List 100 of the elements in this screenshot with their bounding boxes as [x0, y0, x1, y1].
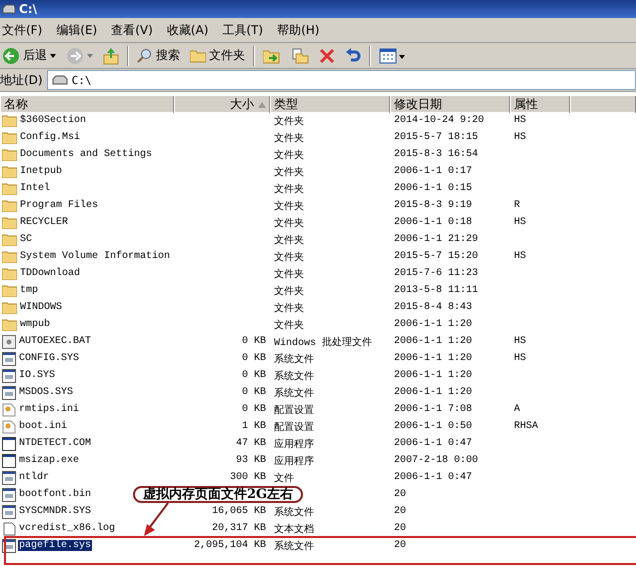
folder-icon	[2, 216, 17, 229]
file-name[interactable]: Program Files	[19, 200, 100, 211]
file-size: 1 KB	[240, 421, 267, 432]
file-size: 16,065 KB	[210, 506, 267, 517]
column-header[interactable]: 名称	[0, 96, 174, 113]
menu-item[interactable]: 编辑(E)	[56, 22, 98, 38]
file-name[interactable]: tmp	[19, 285, 40, 296]
file-type: 文件夹	[273, 304, 305, 314]
file-name[interactable]: Documents and Settings	[19, 149, 154, 160]
drive-icon	[52, 75, 68, 85]
file-type: 系统文件	[273, 372, 315, 382]
file-type: 文件夹	[273, 202, 305, 212]
file-name[interactable]: ntldr	[18, 472, 50, 483]
file-name[interactable]: AUTOEXEC.BAT	[18, 336, 92, 347]
attributes: HS	[513, 353, 528, 364]
folder-icon	[2, 301, 17, 314]
file-name[interactable]: Config.Msi	[19, 132, 82, 143]
modified-date: 2015-7-6 11:23	[393, 268, 480, 279]
file-type: 文件夹	[273, 252, 305, 264]
attributes: RHSA	[513, 421, 540, 432]
file-type: 配置设置	[273, 406, 315, 416]
modified-date: 2006-1-1 0:50	[393, 421, 474, 432]
modified-date: 2006-1-1 21:29	[393, 234, 480, 245]
file-name[interactable]: Inetpub	[19, 166, 64, 177]
file-name[interactable]: msizap.exe	[18, 455, 80, 466]
file-type: 文件夹	[273, 286, 305, 298]
file-name[interactable]: MSDOS.SYS	[18, 387, 74, 398]
file-size: 0 KB	[240, 387, 267, 398]
modified-date: 2006-1-1 1:20	[393, 319, 474, 330]
callout-note: 虚拟内存页面文件2G左右	[133, 486, 304, 503]
attributes: HS	[513, 115, 528, 126]
folders-button[interactable]: 文件夹	[188, 44, 247, 66]
folder-icon	[2, 233, 17, 246]
menu-item[interactable]: 帮助(H)	[277, 22, 320, 38]
attributes: HS	[513, 217, 528, 228]
column-header[interactable]: 属性	[510, 96, 570, 113]
views-icon	[379, 48, 405, 64]
file-size: 0 KB	[240, 404, 267, 415]
modified-date: 2006-1-1 7:08	[393, 404, 474, 415]
file-name[interactable]: System Volume Information	[19, 251, 172, 262]
folder-icon	[2, 131, 17, 144]
file-type: 系统文件	[273, 354, 315, 366]
modified-date: 2006-1-1 0:17	[393, 166, 474, 177]
folder-copy-icon	[291, 48, 309, 64]
modified-date: 2013-5-8 11:11	[393, 285, 480, 296]
modified-date: 20	[393, 489, 408, 500]
attributes: HS	[513, 132, 528, 143]
column-header[interactable]: 修改日期	[390, 96, 510, 113]
file-type: 系统文件	[273, 508, 315, 518]
search-button[interactable]: 搜索	[135, 44, 182, 66]
delete-icon	[319, 48, 335, 64]
file-name[interactable]: NTDETECT.COM	[18, 438, 92, 449]
file-name[interactable]: SYSCMNDR.SYS	[18, 506, 92, 517]
menu-item[interactable]: 工具(T)	[222, 22, 264, 38]
menu-item[interactable]: 收藏(A)	[166, 22, 208, 38]
modified-date: 20	[393, 540, 408, 551]
file-size: 0 KB	[240, 370, 267, 381]
address-field[interactable]: C:\	[46, 70, 636, 90]
back-button[interactable]: 后退	[0, 44, 58, 66]
modified-date: 2015-5-7 15:20	[393, 251, 480, 262]
up-folder-icon	[103, 46, 119, 64]
file-name[interactable]: bootfont.bin	[18, 489, 92, 500]
menu-item[interactable]: 文件(F)	[2, 22, 42, 38]
file-type: 文件夹	[273, 134, 305, 144]
file-name[interactable]: SC	[19, 234, 34, 245]
file-name[interactable]: $360Section	[19, 115, 88, 126]
menu-item[interactable]: 查看(V)	[111, 22, 153, 38]
file-name[interactable]: rmtips.ini	[18, 404, 80, 415]
folder-icon	[2, 250, 17, 263]
file-type: 文件	[273, 474, 295, 484]
modified-date: 2015-8-3 9:19	[393, 200, 474, 211]
file-name[interactable]: TDDownload	[19, 268, 82, 279]
file-name[interactable]: CONFIG.SYS	[18, 353, 80, 364]
file-type: 文件夹	[273, 184, 305, 196]
file-name[interactable]: pagefile.sys	[18, 540, 92, 551]
folder-icon	[2, 148, 17, 161]
modified-date: 2006-1-1 0:47	[393, 472, 474, 483]
folder-icon	[2, 182, 17, 195]
header-filler	[570, 96, 636, 113]
file-size: 2,095,104 KB	[192, 540, 267, 551]
folder-arrow-icon	[263, 48, 281, 64]
file-name[interactable]: IO.SYS	[18, 370, 56, 381]
file-name[interactable]: vcredist_x86.log	[18, 523, 116, 534]
file-type: 文件夹	[273, 150, 305, 162]
file-name[interactable]: WINDOWS	[19, 302, 64, 313]
file-name[interactable]: RECYCLER	[19, 217, 70, 228]
file-type: 文件夹	[273, 270, 305, 280]
modified-date: 2015-8-3 16:54	[393, 149, 480, 160]
sort-arrow-icon	[258, 102, 266, 108]
modified-date: 2006-1-1 0:15	[393, 183, 474, 194]
file-size: 93 KB	[234, 455, 267, 466]
column-header[interactable]: 大小	[174, 96, 270, 113]
file-name[interactable]: Intel	[19, 183, 52, 194]
folder-icon	[2, 318, 17, 331]
file-type: 文件夹	[273, 116, 305, 128]
folder-icon	[2, 165, 17, 178]
file-type: 应用程序	[273, 440, 315, 450]
file-name[interactable]: wmpub	[19, 319, 52, 330]
file-name[interactable]: boot.ini	[18, 421, 68, 432]
column-header[interactable]: 类型	[270, 96, 390, 113]
